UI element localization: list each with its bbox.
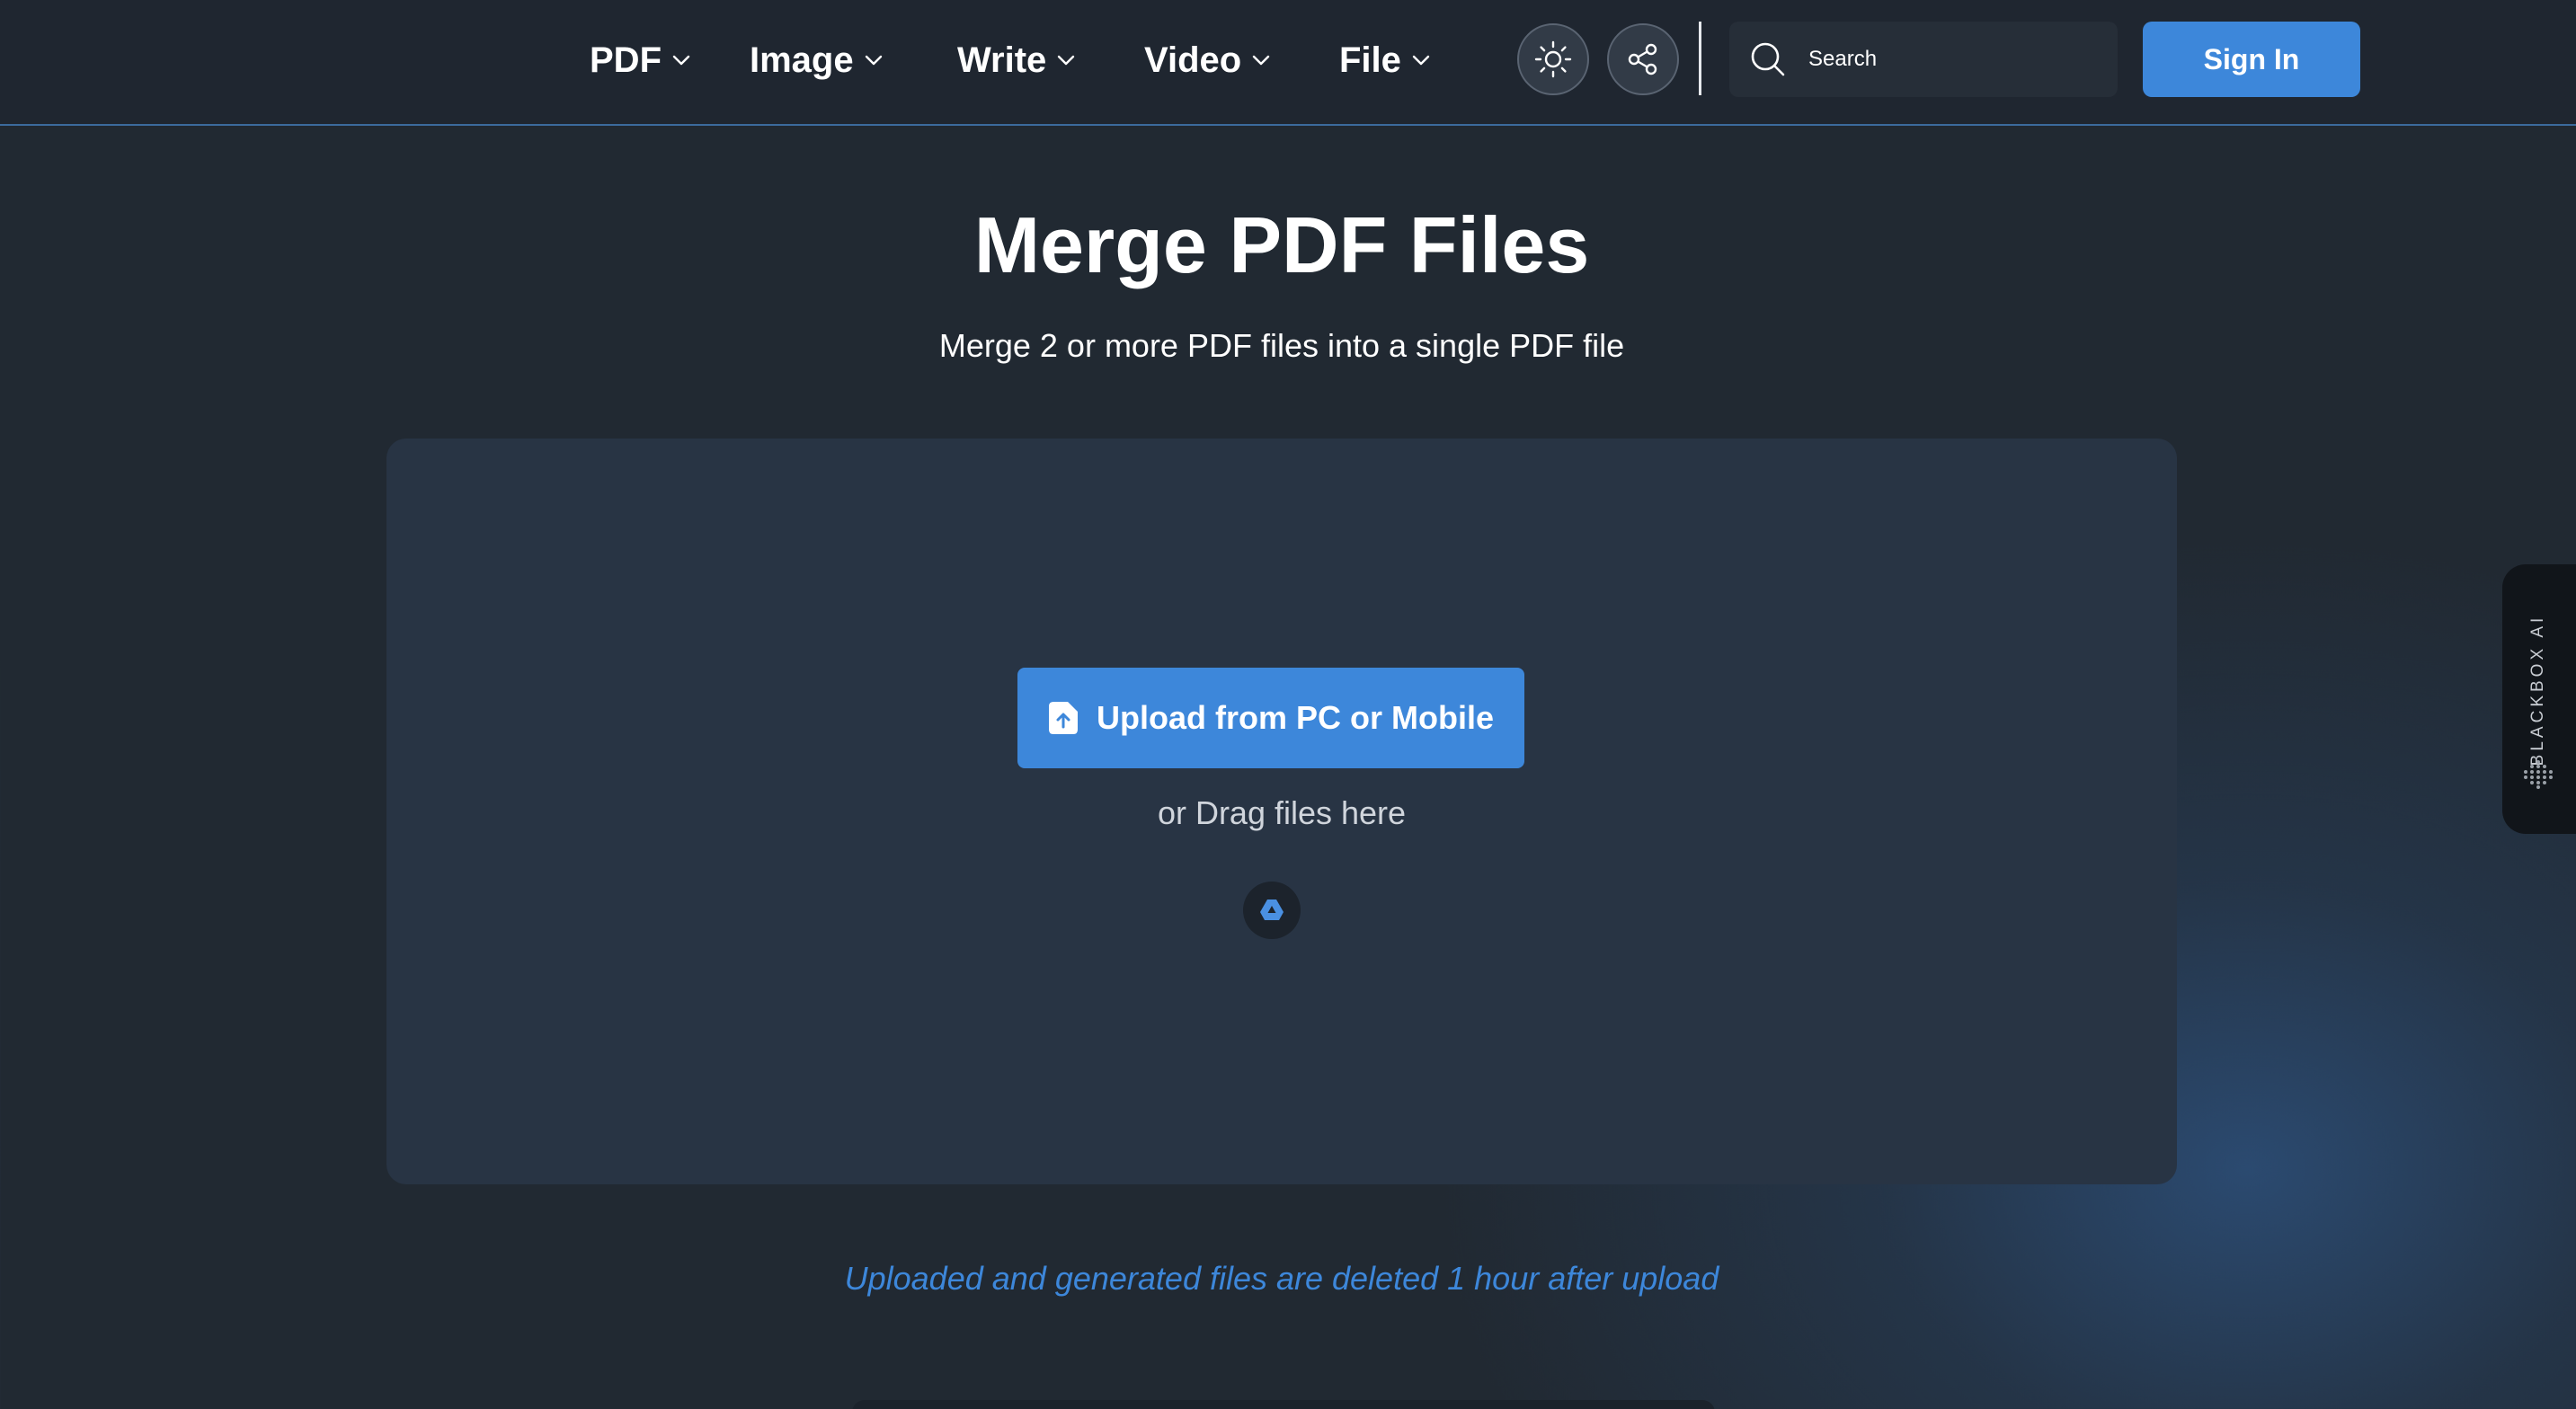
nav-image-menu[interactable]: Image xyxy=(750,38,883,83)
theme-toggle-button[interactable] xyxy=(1517,23,1589,95)
google-drive-icon xyxy=(1260,899,1284,920)
nav-write-label: Write xyxy=(957,40,1047,80)
file-upload-icon xyxy=(1048,701,1079,735)
header-divider xyxy=(1699,22,1701,95)
drag-files-text: or Drag files here xyxy=(1157,794,1407,831)
upload-button[interactable]: Upload from PC or Mobile xyxy=(1017,668,1524,768)
chevron-down-icon xyxy=(1412,55,1430,66)
sign-in-label: Sign In xyxy=(2203,42,2300,75)
nav-file-label: File xyxy=(1339,40,1401,80)
chevron-down-icon xyxy=(1058,55,1075,66)
nav-video-label: Video xyxy=(1144,40,1242,80)
share-icon xyxy=(1628,43,1657,75)
bottom-panel-edge xyxy=(852,1400,1715,1409)
upload-button-label: Upload from PC or Mobile xyxy=(1096,699,1494,736)
top-navbar: PDF Image Write Video File Search Sign I… xyxy=(0,0,2576,126)
search-icon xyxy=(1751,42,1785,76)
nav-write-menu[interactable]: Write xyxy=(957,38,1075,83)
page-subtitle: Merge 2 or more PDF files into a single … xyxy=(938,327,1625,364)
blackbox-logo-icon xyxy=(2524,760,2553,789)
nav-pdf-menu[interactable]: PDF xyxy=(590,38,690,83)
page-title: Merge PDF Files xyxy=(973,200,1590,289)
file-deletion-notice: Uploaded and generated files are deleted… xyxy=(844,1260,1719,1297)
google-drive-button[interactable] xyxy=(1243,882,1301,939)
nav-image-label: Image xyxy=(750,40,854,80)
side-tab-label: BLACKBOX AI xyxy=(2528,614,2547,767)
chevron-down-icon xyxy=(672,55,690,66)
chevron-down-icon xyxy=(1252,55,1270,66)
nav-video-menu[interactable]: Video xyxy=(1144,38,1270,83)
nav-pdf-label: PDF xyxy=(590,40,662,80)
search-input[interactable] xyxy=(1807,46,2080,73)
share-button[interactable] xyxy=(1607,23,1679,95)
sun-icon xyxy=(1534,40,1572,78)
nav-file-menu[interactable]: File xyxy=(1339,38,1430,83)
search-box[interactable] xyxy=(1729,22,2118,97)
sign-in-button[interactable]: Sign In xyxy=(2143,22,2360,97)
chevron-down-icon xyxy=(865,55,882,66)
